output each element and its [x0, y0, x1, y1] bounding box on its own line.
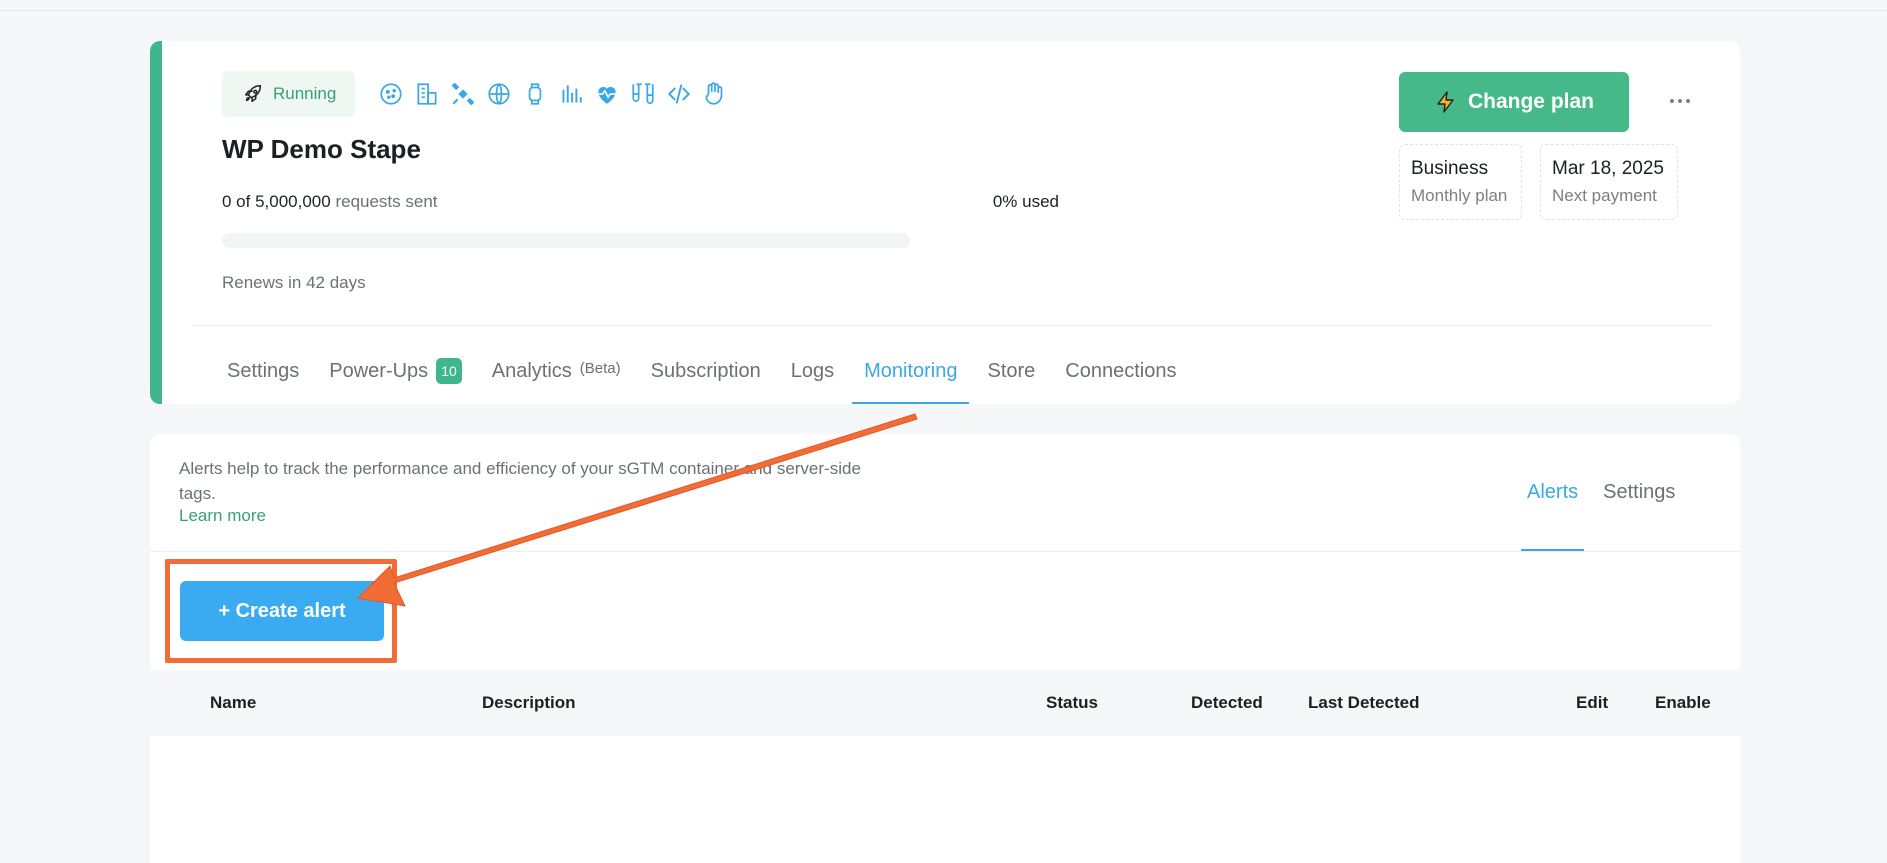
tab-power-ups[interactable]: Power-Ups 10: [317, 338, 474, 404]
tab-settings[interactable]: Settings: [215, 338, 311, 404]
column-header-description: Description: [482, 693, 576, 712]
tab-store[interactable]: Store: [975, 338, 1047, 404]
tab-label: Connections: [1065, 359, 1177, 382]
next-payment-info: Mar 18, 2025 Next payment: [1540, 144, 1678, 220]
plan-period: Monthly plan: [1411, 186, 1508, 205]
monitoring-description: Alerts help to track the performance and…: [179, 459, 861, 503]
tab-subscription[interactable]: Subscription: [639, 338, 773, 404]
alerts-table-header: Name Description Status Detected Last De…: [150, 670, 1740, 736]
status-badge: Running: [222, 71, 355, 117]
requests-usage: 0 of 5,000,000 requests sent: [222, 192, 438, 212]
next-payment-label: Next payment: [1552, 186, 1657, 205]
code-icon[interactable]: [665, 79, 693, 109]
change-plan-button[interactable]: Change plan: [1399, 72, 1629, 132]
wearable-icon[interactable]: [521, 79, 549, 109]
tab-label: Subscription: [650, 359, 761, 382]
plan-info: Business Monthly plan: [1399, 144, 1522, 220]
tab-label: Store: [987, 359, 1036, 382]
tab-label: Monitoring: [864, 359, 958, 382]
heartbeat-icon[interactable]: [593, 79, 621, 109]
rocket-icon: [244, 85, 262, 103]
panel-divider: [150, 551, 1740, 552]
status-text: Running: [273, 84, 337, 103]
usage-progress-bar: [222, 233, 910, 248]
renewal-text: Renews in 42 days: [222, 273, 366, 292]
create-alert-button[interactable]: + Create alert: [180, 581, 384, 641]
power-ups-count-badge: 10: [436, 358, 462, 384]
column-header-status: Status: [1046, 693, 1098, 712]
column-header-enable: Enable: [1655, 693, 1711, 712]
requests-suffix: requests sent: [335, 192, 438, 211]
tab-label: Settings: [227, 359, 300, 382]
container-tabs: Settings Power-Ups 10 Analytics (Beta) Sub…: [215, 338, 1194, 404]
more-options-icon[interactable]: [1660, 86, 1700, 116]
tab-logs[interactable]: Logs: [779, 338, 846, 404]
sub-tab-alerts[interactable]: Alerts: [1521, 434, 1585, 551]
requests-count: 0 of 5,000,000: [222, 192, 331, 211]
satellite-icon[interactable]: [449, 79, 477, 109]
learn-more-link[interactable]: Learn more: [179, 506, 266, 526]
change-plan-label: Change plan: [1467, 90, 1594, 113]
container-card: Running WP Demo Stape 0 of 5,000,000 req…: [150, 41, 1740, 404]
globe-icon[interactable]: [485, 79, 513, 109]
status-accent-bar: [150, 41, 162, 404]
monitoring-panel: Alerts help to track the performance and…: [150, 434, 1740, 863]
cookie-icon[interactable]: [377, 79, 405, 109]
powerup-icons: [377, 79, 729, 109]
building-icon[interactable]: [413, 79, 441, 109]
beta-label: (Beta): [579, 359, 621, 377]
lightning-icon: [1437, 91, 1454, 113]
column-header-edit: Edit: [1576, 693, 1609, 712]
next-payment-date: Mar 18, 2025: [1552, 158, 1664, 179]
tab-label: Analytics: [491, 359, 572, 382]
tab-analytics[interactable]: Analytics (Beta): [480, 338, 633, 404]
bars-icon[interactable]: [557, 79, 585, 109]
tab-label: Logs: [790, 359, 835, 382]
tab-label: Power-Ups: [329, 359, 429, 382]
tab-monitoring[interactable]: Monitoring: [852, 338, 970, 404]
column-header-last-detected: Last Detected: [1308, 693, 1420, 712]
sub-tab-settings[interactable]: Settings: [1597, 434, 1681, 551]
card-divider: [192, 325, 1710, 326]
container-name: WP Demo Stape: [222, 134, 421, 164]
column-header-detected: Detected: [1191, 693, 1263, 712]
hand-icon[interactable]: [701, 79, 729, 109]
column-header-name: Name: [210, 693, 257, 712]
flask-icon[interactable]: [629, 79, 657, 109]
monitoring-sub-tabs: Alerts Settings: [1521, 434, 1694, 551]
top-divider: [0, 10, 1887, 11]
usage-percent: 0% used: [992, 192, 1059, 211]
tab-connections[interactable]: Connections: [1053, 338, 1188, 404]
plan-name: Business: [1411, 158, 1489, 179]
